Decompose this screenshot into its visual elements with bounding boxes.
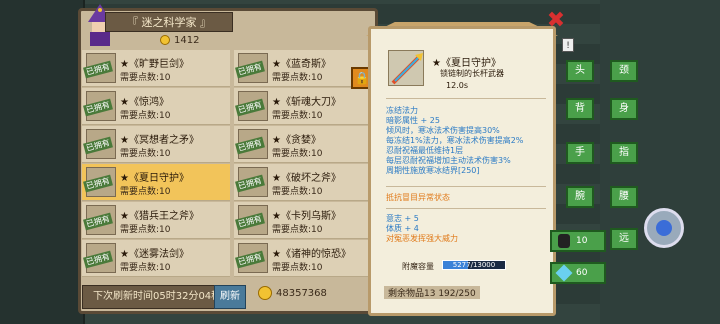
character-icon [558,234,570,248]
item-cost: 需要点数:10 [120,187,171,197]
equip-slot-button[interactable]: 背 [566,98,594,120]
capacity-bar: 5277/13000 [442,260,506,270]
item-name: ★《惊鸿》 [120,97,169,108]
item-name: ★《卡列乌斯》 [272,211,341,222]
stat-line: 冻结法力 [386,106,418,115]
item-cost: 需要点数:10 [272,187,323,197]
item-cost: 需要点数:10 [272,149,323,159]
stat-line: 周期性施放寒冰结界[250] [386,166,480,175]
shop-item[interactable]: 已拥有 ★《迷雾法剑》 需要点数:10 [82,240,230,277]
equip-slot-button[interactable]: 颈 [610,60,638,82]
item-cost: 需要点数:10 [272,225,323,235]
item-name: ★《夏日守护》 [120,173,189,184]
shop-item[interactable]: 已拥有 ★《猎兵王之斧》 需要点数:10 [82,202,230,239]
detail-title: ★《夏日守护》 [432,58,501,69]
shop-item[interactable]: 已拥有 ★《冥想者之矛》 需要点数:10 [82,126,230,163]
stat-line: 对冤恶发挥强大威力 [386,234,458,243]
ticket-count: 10 [576,236,588,246]
item-name: ★《猎兵王之斧》 [120,211,199,222]
shop-item[interactable]: 已拥有 ★《贪婪》 需要点数:10 [234,126,378,163]
divider [386,98,546,99]
item-cost: 需要点数:10 [272,111,323,121]
item-name: ★《旷野巨剑》 [120,59,189,70]
shop-item[interactable]: 已拥有 ★《诸神的惊恐》 需要点数:10 [234,240,378,277]
stat-line: 倾风时，寒冰法术伤害提高30% [386,126,500,135]
item-name: ★《破坏之斧》 [272,173,341,184]
equip-slot-button[interactable]: 头 [566,60,594,82]
item-cost: 需要点数:10 [272,263,323,273]
shop-item[interactable]: 已拥有 ★《破坏之斧》 需要点数:10 [234,164,378,201]
divider [386,208,546,209]
capacity-text: 5277/13000 [452,261,496,269]
gem-box[interactable]: 60 [550,262,606,284]
gold-coin-icon [258,286,272,300]
stat-line: 暗影属性 + 25 [386,116,440,125]
coin-icon [160,35,170,45]
stat-line: 体质 + 4 [386,224,419,233]
shop-item[interactable]: 已拥有 ★《旷野巨剑》 需要点数:10 [82,50,230,87]
stat-line: 每层忍耐祝福增加主动法术伤害3% [386,156,511,165]
detail-type: 锁链制的长杆武器 [440,69,504,78]
shop-item[interactable]: 已拥有 ★《惊鸿》 需要点数:10 [82,88,230,125]
item-cost: 需要点数:10 [120,73,171,83]
shop-item[interactable]: 已拥有 ★《夏日守护》 需要点数:10 [82,164,230,201]
item-cost: 需要点数:10 [120,263,171,273]
item-cost: 需要点数:10 [120,149,171,159]
item-name: ★《冥想者之矛》 [120,135,199,146]
shop-title: 『 迷之科学家 』 [105,12,233,32]
item-name: ★《蓝奇斯》 [272,59,331,70]
equip-slot-button[interactable]: 远 [610,228,638,250]
shop-item[interactable]: 已拥有 ★《卡列乌斯》 需要点数:10 [234,202,378,239]
weapon-icon [388,50,424,86]
info-icon[interactable]: ! [562,38,574,52]
item-list: 已拥有 ★《旷野巨剑》 需要点数:10 已拥有 ★《蓝奇斯》 需要点数:10 已拥有 ★《惊鸿… [82,50,378,280]
equip-slot-button[interactable]: 手 [566,142,594,164]
ticket-box[interactable]: 10 [550,230,606,252]
detail-stats: 冻结法力 暗影属性 + 25 倾风时，寒冰法术伤害提高30% 每冻结1%法力，寒冰法术… [386,106,554,176]
item-cost: 需要点数:10 [120,225,171,235]
equip-slot-button[interactable]: 腕 [566,186,594,208]
gold-display: 48357368 [258,284,378,302]
detail-bonus: 意志 + 5 体质 + 4 对冤恶发挥强大威力 [386,214,554,244]
remaining-items: 剩余物品13 192/250 [384,286,480,299]
gold-amount: 48357368 [276,287,327,299]
diamond-icon [555,264,573,282]
item-cost: 需要点数:10 [272,73,323,83]
divider [386,186,546,187]
item-name: ★《迷雾法剑》 [120,249,189,260]
stat-line: 忍耐祝福最低维持1层 [386,146,464,155]
shop-item[interactable]: 已拥有 ★《斩魂大刀》 需要点数:10 [234,88,378,125]
equip-slot-button[interactable]: 指 [610,142,638,164]
equip-slot-button[interactable]: 腰 [610,186,638,208]
detail-resist: 抵抗冒目异常状态 [386,193,450,202]
capacity-label: 附魔容量 [402,262,434,271]
stat-line: 意志 + 5 [386,214,419,223]
detail-time: 12.0s [446,81,468,90]
item-name: ★《斩魂大刀》 [272,97,341,108]
item-name: ★《贪婪》 [272,135,321,146]
shop-coins: 1412 [160,33,220,47]
item-name: ★《诸神的惊恐》 [272,249,351,260]
refresh-button[interactable]: 刷新 [214,285,246,309]
gem-count: 60 [576,268,588,278]
joystick-knob[interactable] [656,220,672,236]
item-cost: 需要点数:10 [120,111,171,121]
left-wall [0,0,85,324]
stat-line: 每冻结1%法力，寒冰法术伤害提高2% [386,136,524,145]
shop-coin-count: 1412 [174,34,200,46]
equip-slot-button[interactable]: 身 [610,98,638,120]
